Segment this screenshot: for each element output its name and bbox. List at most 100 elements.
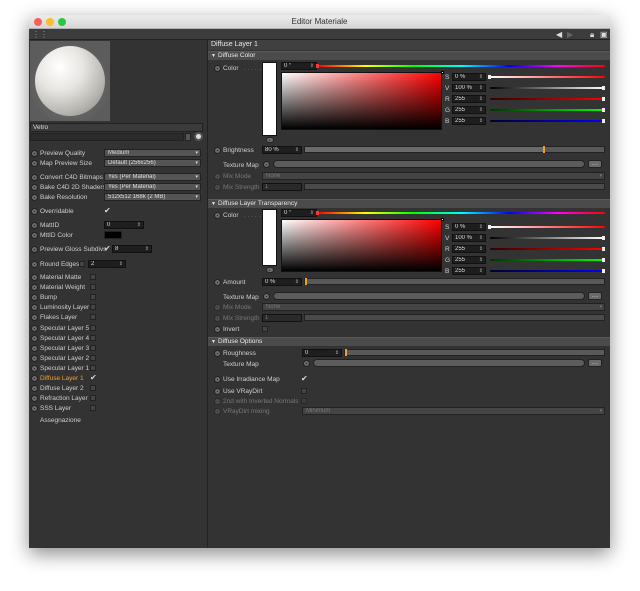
layer-label[interactable]: Bump bbox=[40, 294, 57, 301]
transparency-s-slider[interactable] bbox=[490, 226, 605, 228]
brightness-input[interactable]: 80 % ⇕ bbox=[262, 146, 302, 154]
hue-input[interactable]: 0 ° ⇕ bbox=[281, 62, 317, 70]
g-slider-handle[interactable] bbox=[602, 258, 605, 262]
b-slider-handle[interactable] bbox=[602, 269, 605, 273]
roughness-input[interactable]: 0 ⇕ bbox=[302, 349, 342, 357]
keyframe-icon[interactable] bbox=[31, 160, 38, 167]
keyframe-icon[interactable] bbox=[31, 222, 38, 229]
texture-browse-button[interactable]: … bbox=[588, 359, 602, 367]
s-input[interactable]: 0 % ⇕ bbox=[452, 73, 486, 81]
keyframe-icon[interactable] bbox=[31, 261, 38, 268]
keyframe-icon[interactable] bbox=[214, 212, 221, 219]
brightness-slider[interactable] bbox=[304, 146, 605, 153]
layer-label[interactable]: Specular Layer 3 bbox=[40, 345, 89, 352]
keyframe-icon[interactable] bbox=[31, 174, 38, 181]
vraydirt-mixing-dropdown[interactable]: Minimum ▾ bbox=[302, 407, 605, 415]
layer-checkbox[interactable] bbox=[90, 284, 96, 291]
keyframe-icon[interactable] bbox=[303, 360, 310, 367]
amount-marker[interactable] bbox=[305, 278, 307, 285]
layer-label[interactable]: Material Matte bbox=[40, 274, 81, 281]
color-picker-toggle-icon[interactable] bbox=[266, 267, 274, 273]
mix-strength-slider[interactable] bbox=[304, 183, 605, 190]
hue-slider-handle[interactable] bbox=[316, 64, 319, 68]
texture-browse-button[interactable]: … bbox=[588, 292, 602, 300]
layer-checkbox[interactable] bbox=[90, 385, 96, 392]
layer-label[interactable]: Specular Layer 1 bbox=[40, 365, 89, 372]
transparency-g-input[interactable]: 255 ⇕ bbox=[452, 256, 486, 264]
section-diffuse-transparency[interactable]: ▼ Diffuse Layer Transparency bbox=[208, 199, 610, 208]
r-slider[interactable] bbox=[490, 98, 605, 100]
preview-gloss-checkbox[interactable]: ✔ bbox=[104, 244, 111, 253]
layer-label[interactable]: Specular Layer 2 bbox=[40, 355, 89, 362]
forward-arrow-icon[interactable]: ▶ bbox=[567, 30, 573, 39]
transparency-mix-mode-dropdown[interactable]: None ▾ bbox=[262, 303, 605, 311]
g-input[interactable]: 255 ⇕ bbox=[452, 106, 486, 114]
new-window-icon[interactable]: ▣ bbox=[600, 30, 608, 39]
keyframe-icon[interactable] bbox=[31, 375, 38, 382]
keyframe-icon[interactable] bbox=[31, 246, 38, 253]
keyframe-icon[interactable] bbox=[31, 194, 38, 201]
transparency-v-input[interactable]: 100 % ⇕ bbox=[452, 234, 486, 242]
amount-input[interactable]: 0 % ⇕ bbox=[262, 278, 302, 286]
roughness-marker[interactable] bbox=[345, 349, 347, 356]
keyframe-icon[interactable] bbox=[214, 388, 221, 395]
layer-checkbox[interactable] bbox=[90, 364, 96, 371]
s-slider-handle[interactable] bbox=[488, 225, 491, 229]
b-slider-handle[interactable] bbox=[602, 119, 605, 123]
material-preview[interactable] bbox=[30, 41, 110, 121]
g-slider-handle[interactable] bbox=[602, 108, 605, 112]
roughness-texture-slot[interactable] bbox=[313, 359, 585, 367]
keyframe-icon[interactable] bbox=[31, 150, 38, 157]
inverted-normals-checkbox[interactable] bbox=[301, 398, 307, 404]
keyframe-icon[interactable] bbox=[31, 294, 38, 302]
keyframe-icon[interactable] bbox=[214, 184, 221, 191]
picker-cursor[interactable] bbox=[441, 218, 444, 221]
transparency-s-input[interactable]: 0 % ⇕ bbox=[452, 223, 486, 231]
convert-bitmaps-dropdown[interactable]: Yes (Per Material) ▾ bbox=[104, 173, 201, 181]
keyframe-icon[interactable] bbox=[31, 284, 38, 292]
keyframe-icon[interactable] bbox=[31, 208, 38, 215]
bake-shaders-dropdown[interactable]: Yes (Per Material) ▾ bbox=[104, 183, 201, 191]
transparency-r-input[interactable]: 255 ⇕ bbox=[452, 245, 486, 253]
use-vraydirt-checkbox[interactable] bbox=[301, 388, 307, 394]
bake-resolution-dropdown[interactable]: 512x512 168k (2 MB) ▾ bbox=[104, 193, 201, 201]
material-name-field[interactable]: Vetro bbox=[30, 123, 203, 132]
round-edges-checkbox[interactable] bbox=[79, 261, 85, 267]
transparency-r-slider[interactable] bbox=[490, 248, 605, 250]
grip-icon[interactable]: ⋮⋮ bbox=[32, 30, 48, 39]
keyframe-icon[interactable] bbox=[214, 304, 221, 311]
keyframe-icon[interactable] bbox=[263, 293, 270, 300]
layer-label[interactable]: Diffuse Layer 2 bbox=[40, 385, 84, 392]
v-slider[interactable] bbox=[490, 87, 605, 89]
keyframe-icon[interactable] bbox=[31, 314, 38, 322]
v-input[interactable]: 100 % ⇕ bbox=[452, 84, 486, 92]
keyframe-icon[interactable] bbox=[214, 326, 221, 333]
transparency-b-input[interactable]: 255 ⇕ bbox=[452, 267, 486, 275]
info-toggle-button[interactable] bbox=[185, 133, 191, 141]
round-edges-input[interactable]: 2 ⇕ bbox=[88, 260, 126, 268]
keyframe-icon[interactable] bbox=[31, 395, 38, 403]
keyframe-icon[interactable] bbox=[31, 324, 38, 332]
keyframe-icon[interactable] bbox=[31, 334, 38, 342]
keyframe-icon[interactable] bbox=[31, 184, 38, 191]
layer-label[interactable]: Specular Layer 4 bbox=[40, 335, 89, 342]
keyframe-icon[interactable] bbox=[31, 364, 38, 372]
keyframe-icon[interactable] bbox=[214, 173, 221, 180]
transparency-mix-strength-slider[interactable] bbox=[304, 314, 605, 321]
layer-label[interactable]: SSS Layer bbox=[40, 405, 71, 412]
refresh-preview-icon[interactable] bbox=[194, 132, 203, 141]
layer-checkbox[interactable] bbox=[90, 395, 96, 402]
keyframe-icon[interactable] bbox=[214, 408, 221, 415]
mattid-color-swatch[interactable] bbox=[104, 231, 122, 239]
g-slider[interactable] bbox=[490, 109, 605, 111]
keyframe-icon[interactable] bbox=[214, 350, 221, 357]
roughness-slider[interactable] bbox=[344, 349, 605, 356]
r-slider-handle[interactable] bbox=[602, 247, 605, 251]
keyframe-icon[interactable] bbox=[214, 315, 221, 322]
texture-map-slot[interactable] bbox=[273, 160, 585, 168]
layer-label[interactable]: Material Weight bbox=[40, 284, 85, 291]
layer-label[interactable]: Luminosity Layer bbox=[40, 304, 89, 311]
transparency-g-slider[interactable] bbox=[490, 259, 605, 261]
layer-checkbox[interactable] bbox=[90, 405, 96, 412]
texture-browse-button[interactable]: … bbox=[588, 160, 602, 168]
